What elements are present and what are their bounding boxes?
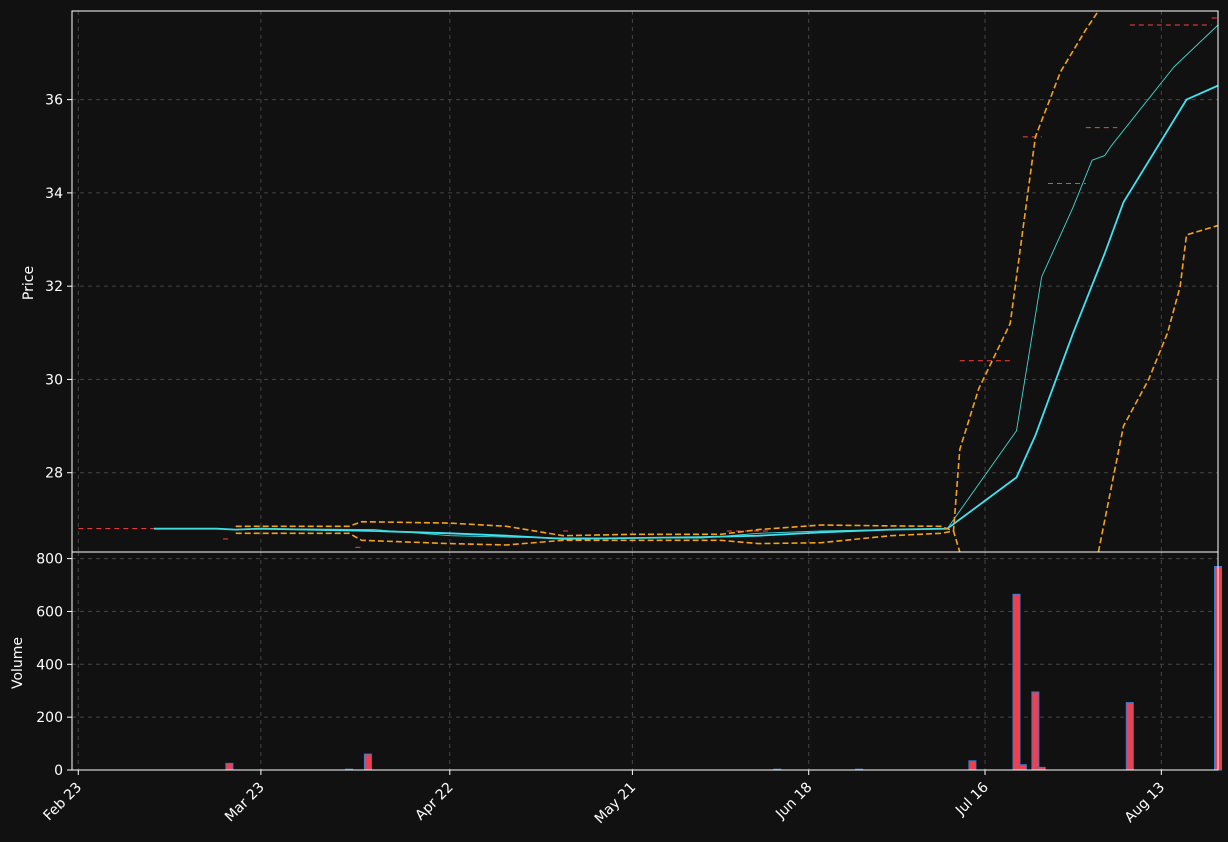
- volume-bar: [1012, 593, 1021, 771]
- volume-axis-title: Volume: [10, 637, 26, 689]
- volume-bar: [968, 760, 977, 771]
- price-plot-area: [72, 11, 1218, 552]
- volume-y-tick-label: 600: [36, 604, 63, 620]
- price-y-tick-label: 34: [45, 186, 63, 202]
- price-panel: 28 30 32 34 36 Price: [21, 10, 1219, 553]
- volume-panel: 0 200 400 600 800 Volume: [10, 551, 1222, 779]
- volume-y-tick-label: 400: [36, 657, 63, 673]
- price-axis-title: Price: [21, 266, 37, 300]
- volume-bar: [1031, 691, 1040, 771]
- price-y-tick-label: 36: [45, 93, 63, 109]
- stock-chart: 2830323436 Price 0200400600800 Volume Fe…: [0, 0, 1228, 842]
- volume-bar: [363, 753, 372, 771]
- volume-y-tick-label: 0: [54, 763, 63, 779]
- price-y-tick-label: 28: [45, 466, 63, 482]
- volume-bar: [225, 762, 234, 771]
- price-y-tick-label: 32: [45, 279, 63, 295]
- volume-plot-area: [72, 552, 1218, 770]
- volume-y-tick-label: 800: [36, 552, 63, 568]
- volume-bar: [1125, 702, 1134, 771]
- volume-y-tick-label: 200: [36, 710, 63, 726]
- price-y-tick-label: 30: [45, 372, 63, 388]
- volume-bar: [1018, 764, 1027, 771]
